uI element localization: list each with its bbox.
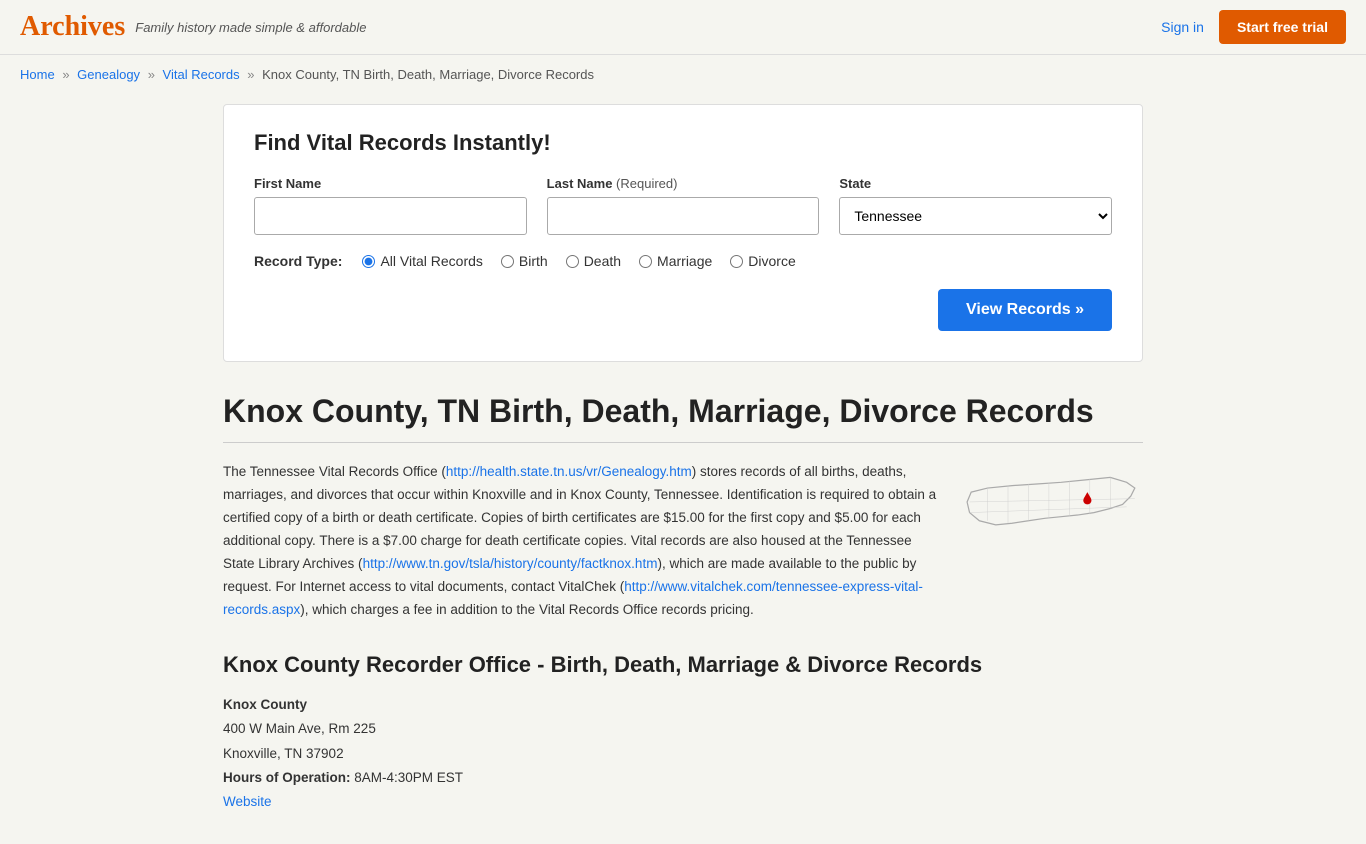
first-name-group: First Name — [254, 176, 527, 235]
radio-death-label: Death — [584, 253, 621, 269]
hours-label: Hours of Operation: — [223, 770, 351, 785]
page-title: Knox County, TN Birth, Death, Marriage, … — [223, 392, 1143, 430]
site-header: Archives Family history made simple & af… — [0, 0, 1366, 55]
breadcrumb: Home » Genealogy » Vital Records » Knox … — [0, 55, 1366, 94]
state-label: State — [839, 176, 1112, 191]
breadcrumb-home[interactable]: Home — [20, 67, 55, 82]
view-records-row: View Records » — [254, 289, 1112, 331]
breadcrumb-vital-records[interactable]: Vital Records — [163, 67, 240, 82]
search-fields: First Name Last Name (Required) State Al… — [254, 176, 1112, 235]
radio-all-vital[interactable]: All Vital Records — [362, 253, 482, 269]
website-row: Website — [223, 790, 1143, 814]
record-type-label: Record Type: — [254, 253, 342, 269]
radio-death-input[interactable] — [566, 255, 579, 268]
website-link[interactable]: Website — [223, 794, 272, 809]
last-name-label: Last Name (Required) — [547, 176, 820, 191]
radio-all-vital-input[interactable] — [362, 255, 375, 268]
radio-divorce-label: Divorce — [748, 253, 795, 269]
required-note: (Required) — [616, 176, 677, 191]
content-text: The Tennessee Vital Records Office (http… — [223, 461, 943, 622]
radio-divorce-input[interactable] — [730, 255, 743, 268]
address-line1: 400 W Main Ave, Rm 225 — [223, 717, 1143, 741]
radio-death[interactable]: Death — [566, 253, 621, 269]
radio-birth-input[interactable] — [501, 255, 514, 268]
first-name-label: First Name — [254, 176, 527, 191]
main-content: Find Vital Records Instantly! First Name… — [203, 94, 1163, 844]
breadcrumb-sep-3: » — [247, 67, 254, 82]
breadcrumb-sep-2: » — [148, 67, 155, 82]
site-tagline: Family history made simple & affordable — [135, 20, 366, 35]
radio-marriage-label: Marriage — [657, 253, 712, 269]
radio-marriage[interactable]: Marriage — [639, 253, 712, 269]
first-name-input[interactable] — [254, 197, 527, 235]
office-name: Knox County — [223, 693, 1143, 717]
tvro-link[interactable]: http://health.state.tn.us/vr/Genealogy.h… — [446, 464, 692, 479]
sub-heading: Knox County Recorder Office - Birth, Dea… — [223, 652, 1143, 678]
last-name-group: Last Name (Required) — [547, 176, 820, 235]
breadcrumb-current: Knox County, TN Birth, Death, Marriage, … — [262, 67, 594, 82]
hours-row: Hours of Operation: 8AM-4:30PM EST — [223, 766, 1143, 790]
body-paragraph: The Tennessee Vital Records Office (http… — [223, 461, 943, 622]
title-divider — [223, 442, 1143, 443]
radio-all-vital-label: All Vital Records — [380, 253, 482, 269]
start-trial-button[interactable]: Start free trial — [1219, 10, 1346, 44]
tn-map — [963, 466, 1143, 622]
radio-divorce[interactable]: Divorce — [730, 253, 795, 269]
header-right: Sign in Start free trial — [1161, 10, 1346, 44]
view-records-button[interactable]: View Records » — [938, 289, 1112, 331]
address-line2: Knoxville, TN 37902 — [223, 742, 1143, 766]
state-group: State All United States Alabama Alaska A… — [839, 176, 1112, 235]
search-box: Find Vital Records Instantly! First Name… — [223, 104, 1143, 362]
radio-group: All Vital Records Birth Death Marriage D… — [362, 253, 795, 269]
state-select[interactable]: All United States Alabama Alaska Arizona… — [839, 197, 1112, 235]
site-logo: Archives — [20, 11, 125, 43]
vitalchek-link[interactable]: http://www.vitalchek.com/tennessee-expre… — [223, 579, 923, 617]
last-name-input[interactable] — [547, 197, 820, 235]
hours-value: 8AM-4:30PM EST — [354, 770, 463, 785]
record-type-row: Record Type: All Vital Records Birth Dea… — [254, 253, 1112, 269]
breadcrumb-sep-1: » — [62, 67, 69, 82]
sign-in-link[interactable]: Sign in — [1161, 19, 1204, 35]
tsla-link[interactable]: http://www.tn.gov/tsla/history/county/fa… — [363, 556, 658, 571]
radio-birth[interactable]: Birth — [501, 253, 548, 269]
radio-birth-label: Birth — [519, 253, 548, 269]
breadcrumb-genealogy[interactable]: Genealogy — [77, 67, 140, 82]
content-area: The Tennessee Vital Records Office (http… — [223, 461, 1143, 622]
office-info: Knox County 400 W Main Ave, Rm 225 Knoxv… — [223, 693, 1143, 814]
radio-marriage-input[interactable] — [639, 255, 652, 268]
header-left: Archives Family history made simple & af… — [20, 11, 366, 43]
search-title: Find Vital Records Instantly! — [254, 130, 1112, 156]
